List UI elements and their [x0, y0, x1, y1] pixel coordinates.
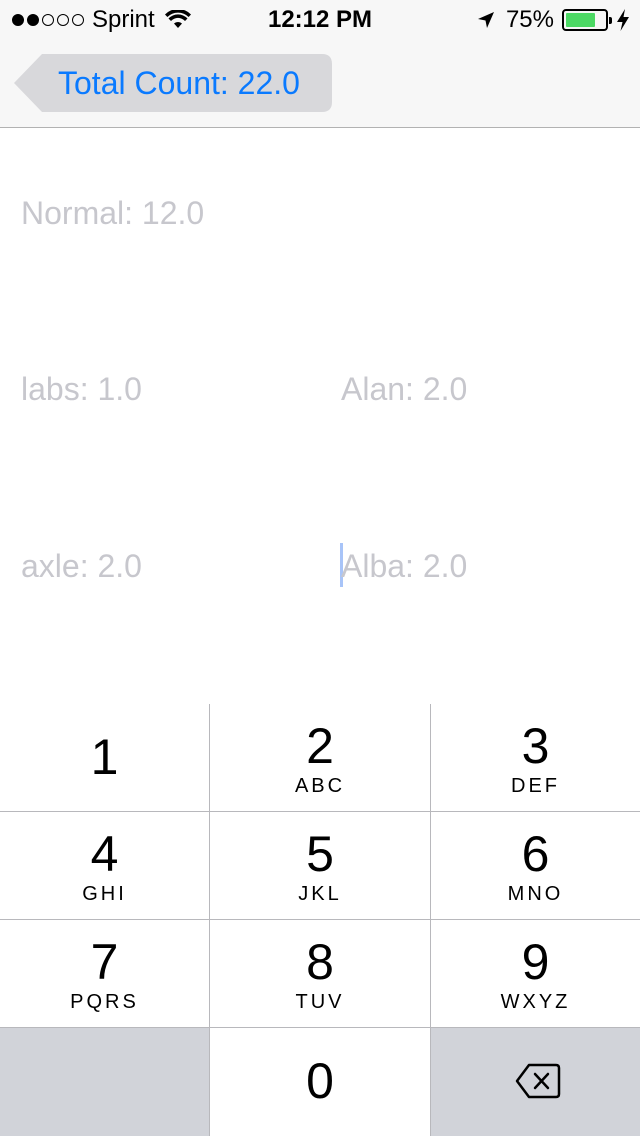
key-7[interactable]: 7 PQRS: [0, 920, 209, 1027]
axle-count-field[interactable]: axle: 2.0: [21, 544, 142, 588]
key-digit: 8: [306, 934, 334, 990]
status-bar: Sprint 12:12 PM 75%: [0, 0, 640, 40]
delete-backspace-icon: [515, 1063, 561, 1099]
battery-nub: [609, 17, 612, 24]
key-digit: 4: [90, 826, 119, 882]
key-letters: TUV: [295, 991, 345, 1013]
content-area: Normal: 12.0 labs: 1.0 Alan: 2.0 axle: 2…: [0, 129, 640, 704]
key-digit: 3: [521, 718, 550, 774]
key-0[interactable]: 0: [210, 1028, 430, 1136]
alan-count-field[interactable]: Alan: 2.0: [341, 367, 467, 411]
key-digit: 1: [90, 729, 119, 785]
delete-key[interactable]: [431, 1028, 640, 1136]
key-letters: MNO: [507, 883, 564, 905]
battery-percent: 75%: [505, 6, 554, 33]
key-digit: 5: [306, 826, 334, 882]
key-4[interactable]: 4 GHI: [0, 812, 209, 919]
back-button[interactable]: Total Count: 22.0: [14, 54, 332, 112]
key-9[interactable]: 9 WXYZ: [431, 920, 640, 1027]
key-8[interactable]: 8 TUV: [210, 920, 430, 1027]
numeric-keypad: 1 2 ABC 3 DEF 4 GHI 5 JKL 6 MNO 7 PQRS 8…: [0, 704, 640, 1136]
key-letters: JKL: [298, 883, 342, 905]
key-letters: WXYZ: [500, 991, 571, 1013]
normal-count-field[interactable]: Normal: 12.0: [21, 191, 204, 235]
location-arrow-icon: [477, 12, 494, 28]
key-letters: GHI: [82, 883, 127, 905]
key-digit: 0: [306, 1053, 334, 1109]
key-6[interactable]: 6 MNO: [431, 812, 640, 919]
key-2[interactable]: 2 ABC: [210, 704, 430, 811]
key-3[interactable]: 3 DEF: [431, 704, 640, 811]
charging-bolt-icon: [617, 9, 629, 31]
battery-icon: [562, 9, 612, 31]
battery-fill: [566, 13, 595, 27]
key-letters: DEF: [511, 775, 560, 797]
status-right: 75%: [476, 6, 630, 34]
key-1[interactable]: 1: [0, 704, 209, 811]
key-digit: 9: [521, 934, 550, 990]
empty-key: [0, 1028, 209, 1136]
back-button-label: Total Count: 22.0: [58, 65, 300, 101]
key-5[interactable]: 5 JKL: [210, 812, 430, 919]
key-digit: 7: [90, 934, 119, 990]
key-letters: ABC: [294, 775, 346, 797]
alba-count-field[interactable]: Alba: 2.0: [341, 544, 467, 588]
key-letters: PQRS: [70, 991, 139, 1013]
navigation-bar: Total Count: 22.0: [0, 40, 640, 128]
labs-count-field[interactable]: labs: 1.0: [21, 367, 142, 411]
key-digit: 6: [521, 826, 550, 882]
key-digit: 2: [306, 718, 334, 774]
